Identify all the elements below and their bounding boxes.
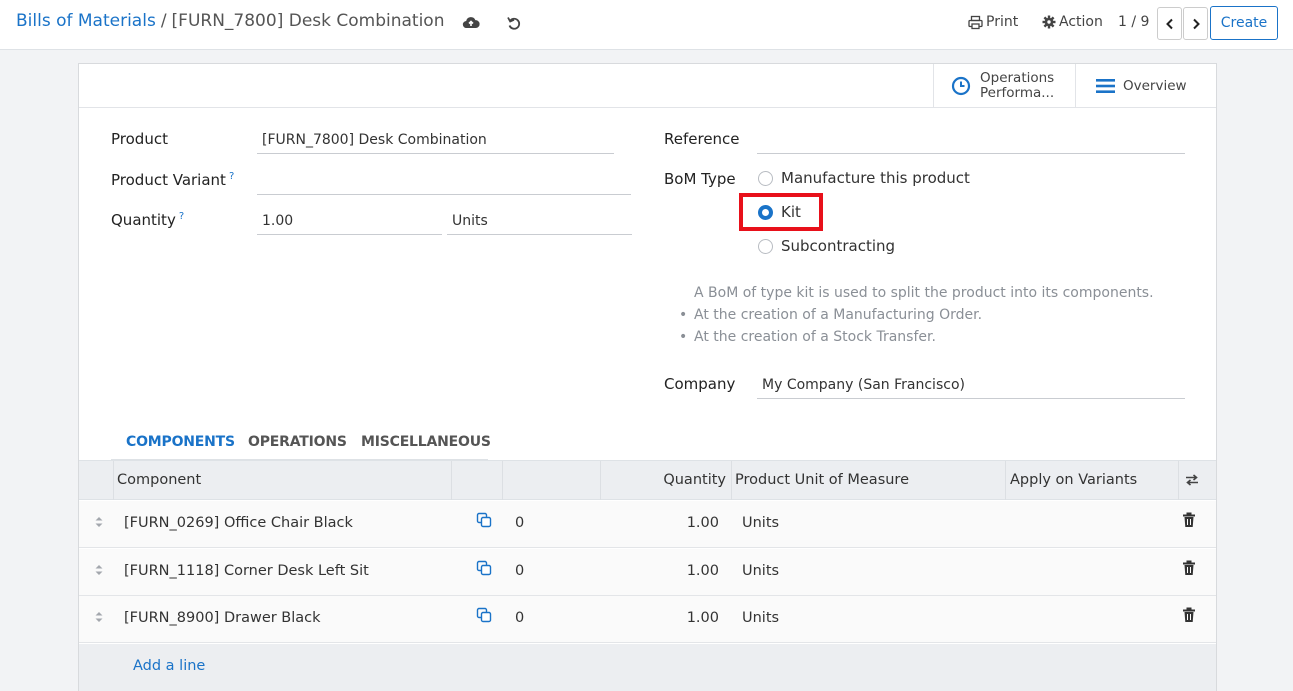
- uom-field[interactable]: Units: [447, 209, 632, 235]
- breadcrumb-current: [FURN_7800] Desk Combination: [171, 11, 445, 31]
- help-bullet: • At the creation of a Stock Transfer.: [679, 329, 936, 345]
- help-tooltip-icon[interactable]: ?: [179, 211, 184, 222]
- product-variant-field[interactable]: [257, 169, 631, 195]
- row-count: 0: [515, 563, 525, 579]
- operations-performance-button[interactable]: Operations Performa...: [933, 64, 1075, 107]
- row-component[interactable]: [FURN_0269] Office Chair Black: [124, 515, 353, 531]
- performance-label: Performa...: [980, 84, 1055, 101]
- column-divider: [502, 461, 503, 500]
- row-count: 0: [515, 515, 525, 531]
- breadcrumb: Bills of Materials / [FURN_7800] Desk Comb…: [16, 11, 445, 31]
- copy-icon[interactable]: [476, 607, 492, 623]
- breadcrumb-bills-of-materials[interactable]: Bills of Materials: [16, 11, 156, 31]
- quantity-label: Quantity?: [111, 211, 184, 229]
- quantity-field[interactable]: 1.00: [257, 209, 442, 235]
- row-quantity[interactable]: 1.00: [600, 563, 719, 579]
- column-quantity[interactable]: Quantity: [600, 461, 726, 500]
- column-apply-on-variants[interactable]: Apply on Variants: [1010, 461, 1137, 500]
- add-line-link[interactable]: Add a line: [133, 658, 205, 674]
- row-uom[interactable]: Units: [742, 610, 779, 626]
- bom-type-help-text: A BoM of type kit is used to split the p…: [694, 285, 1154, 301]
- control-panel: Bills of Materials / [FURN_7800] Desk Comb…: [0, 0, 1293, 50]
- optional-columns-toggle-icon[interactable]: [1184, 473, 1200, 487]
- drag-handle-icon[interactable]: [93, 563, 105, 577]
- row-uom[interactable]: Units: [742, 563, 779, 579]
- breadcrumb-separator: /: [160, 11, 167, 31]
- bullet-dot: •: [679, 307, 688, 323]
- drag-handle-icon[interactable]: [93, 610, 105, 624]
- discard-undo-icon[interactable]: [505, 14, 523, 32]
- print-icon[interactable]: [968, 15, 983, 30]
- radio-circle[interactable]: [758, 238, 773, 254]
- tab-miscellaneous[interactable]: MISCELLANEOUS: [361, 434, 491, 450]
- save-cloud-icon[interactable]: [462, 14, 480, 32]
- create-button[interactable]: Create: [1210, 6, 1278, 40]
- radio-circle[interactable]: [758, 170, 773, 186]
- column-divider: [113, 461, 114, 500]
- table-row[interactable]: [FURN_0269] Office Chair Black 0 1.00 Un…: [79, 501, 1216, 548]
- column-component[interactable]: Component: [117, 461, 201, 500]
- radio-manufacture[interactable]: Manufacture this product: [758, 169, 970, 187]
- pager-next-button[interactable]: [1183, 7, 1208, 40]
- row-component[interactable]: [FURN_1118] Corner Desk Left Sit: [124, 563, 369, 579]
- column-divider: [1005, 461, 1006, 500]
- help-bullet: • At the creation of a Manufacturing Orde…: [679, 307, 983, 323]
- product-variant-label-text: Product Variant: [111, 171, 226, 189]
- help-bullet-text: At the creation of a Stock Transfer.: [694, 329, 936, 345]
- column-divider: [1178, 461, 1179, 500]
- notebook-tabs: COMPONENTS OPERATIONS MISCELLANEOUS: [111, 430, 491, 460]
- company-label: Company: [664, 375, 736, 393]
- help-tooltip-icon[interactable]: ?: [229, 171, 234, 182]
- overview-button[interactable]: Overview: [1075, 64, 1216, 107]
- radio-manufacture-label: Manufacture this product: [781, 169, 970, 187]
- table-row[interactable]: [FURN_1118] Corner Desk Left Sit 0 1.00 …: [79, 549, 1216, 596]
- trash-icon[interactable]: [1182, 512, 1196, 528]
- bom-type-label: BoM Type: [664, 170, 736, 188]
- tab-operations[interactable]: OPERATIONS: [248, 434, 347, 450]
- trash-icon[interactable]: [1182, 607, 1196, 623]
- gear-icon[interactable]: [1042, 15, 1056, 29]
- form-sheet: Operations Performa... Overview Product …: [78, 63, 1217, 691]
- reference-label: Reference: [664, 130, 740, 148]
- help-bullet-text: At the creation of a Manufacturing Order…: [694, 307, 983, 323]
- bars-icon: [1096, 78, 1115, 93]
- row-component[interactable]: [FURN_8900] Drawer Black: [124, 610, 321, 626]
- reference-field[interactable]: [757, 128, 1185, 154]
- radio-subcontracting[interactable]: Subcontracting: [758, 237, 895, 255]
- row-uom[interactable]: Units: [742, 515, 779, 531]
- column-divider: [731, 461, 732, 500]
- quantity-label-text: Quantity: [111, 211, 176, 229]
- tab-components[interactable]: COMPONENTS: [126, 434, 235, 450]
- row-count: 0: [515, 610, 525, 626]
- copy-icon[interactable]: [476, 512, 492, 528]
- print-button[interactable]: Print: [986, 14, 1018, 30]
- pager-previous-button[interactable]: [1157, 7, 1182, 40]
- background-strip: [1217, 50, 1293, 691]
- table-row[interactable]: [FURN_8900] Drawer Black 0 1.00 Units: [79, 596, 1216, 643]
- product-field[interactable]: [FURN_7800] Desk Combination: [257, 128, 614, 154]
- radio-subcontracting-label: Subcontracting: [781, 237, 896, 255]
- product-variant-label: Product Variant?: [111, 171, 234, 189]
- pager-value[interactable]: 1 / 9: [1118, 14, 1149, 30]
- clock-icon: [951, 76, 971, 95]
- kit-highlight-box: [739, 193, 823, 231]
- product-label: Product: [111, 130, 168, 148]
- operations-label: Operations: [980, 69, 1055, 86]
- overview-label: Overview: [1123, 77, 1187, 94]
- add-line-row: Add a line: [79, 644, 1216, 691]
- row-quantity[interactable]: 1.00: [600, 610, 719, 626]
- smart-button-box: Operations Performa... Overview: [79, 64, 1216, 108]
- column-divider: [451, 461, 452, 500]
- copy-icon[interactable]: [476, 560, 492, 576]
- chevron-left-icon: [1165, 18, 1173, 29]
- company-field[interactable]: My Company (San Francisco): [757, 373, 1185, 399]
- components-table-header: Component Quantity Product Unit of Measu…: [79, 460, 1216, 500]
- drag-handle-icon[interactable]: [93, 515, 105, 529]
- action-button[interactable]: Action: [1059, 14, 1103, 30]
- bullet-dot: •: [679, 329, 688, 345]
- row-quantity[interactable]: 1.00: [600, 515, 719, 531]
- chevron-right-icon: [1192, 18, 1200, 29]
- trash-icon[interactable]: [1182, 560, 1196, 576]
- column-uom[interactable]: Product Unit of Measure: [735, 461, 909, 500]
